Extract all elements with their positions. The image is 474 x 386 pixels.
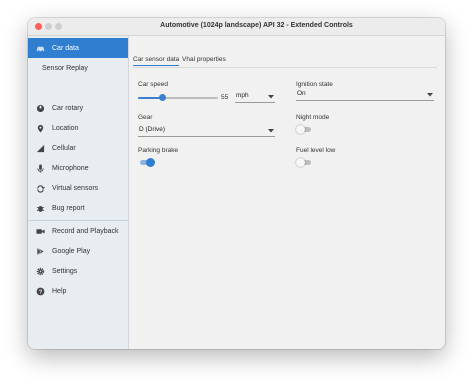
cellular-signal-icon — [28, 144, 52, 153]
car-speed-label: Car speed — [138, 81, 168, 88]
minimize-window-button[interactable] — [45, 23, 52, 30]
gear-value: D (Drive) — [139, 126, 165, 133]
sidebar-item-location[interactable]: Location — [28, 118, 128, 138]
chevron-down-icon — [268, 94, 274, 101]
sidebar-item-car-rotary[interactable]: Car rotary — [28, 98, 128, 118]
extended-controls-window: Automotive (1024p landscape) API 32 - Ex… — [28, 18, 445, 349]
speed-unit-value: mph — [236, 92, 249, 99]
tab-vhal-properties[interactable]: Vhal properties — [182, 56, 226, 63]
parking-brake-toggle[interactable] — [138, 158, 155, 167]
ignition-state-value: On — [297, 90, 306, 97]
car-speed-value: 55 — [221, 94, 229, 101]
sidebar: Car data Sensor Replay Car rotary Locati… — [28, 36, 129, 349]
night-mode-label: Night mode — [296, 114, 330, 121]
sidebar-item-help[interactable]: ? Help — [28, 281, 128, 301]
microphone-icon — [28, 163, 52, 173]
car-icon — [28, 44, 52, 53]
sidebar-item-label: Location — [52, 124, 79, 132]
sidebar-item-label: Car rotary — [52, 104, 84, 112]
night-mode-toggle[interactable] — [296, 125, 313, 134]
chevron-down-icon — [268, 128, 274, 135]
sidebar-item-settings[interactable]: Settings — [28, 261, 128, 281]
help-icon: ? — [28, 287, 52, 296]
sidebar-item-microphone[interactable]: Microphone — [28, 158, 128, 178]
sidebar-item-bug-report[interactable]: Bug report — [28, 198, 128, 218]
gear-label: Gear — [138, 114, 153, 121]
sidebar-item-label: Virtual sensors — [52, 184, 99, 192]
sidebar-item-label: Help — [52, 287, 67, 295]
sidebar-item-google-play[interactable]: Google Play — [28, 241, 128, 261]
sidebar-item-label: Sensor Replay — [42, 64, 88, 72]
sidebar-item-label: Microphone — [52, 164, 89, 172]
fuel-level-low-label: Fuel level low — [296, 147, 336, 154]
sidebar-item-sensor-replay[interactable]: Sensor Replay — [28, 58, 128, 78]
google-play-icon — [28, 247, 52, 256]
sidebar-item-label: Cellular — [52, 144, 76, 152]
sidebar-item-car-data[interactable]: Car data — [28, 38, 128, 58]
chevron-down-icon — [427, 92, 433, 99]
sidebar-item-record-and-playback[interactable]: Record and Playback — [28, 221, 128, 241]
car-data-panel: Car sensor data Vhal properties Car spee… — [129, 36, 445, 349]
close-window-button[interactable] — [35, 23, 42, 30]
toggle-knob — [146, 158, 155, 167]
zoom-window-button[interactable] — [55, 23, 62, 30]
video-camera-icon — [28, 227, 52, 236]
gear-icon — [28, 267, 52, 276]
toggle-knob — [296, 158, 305, 167]
sidebar-item-label: Google Play — [52, 247, 91, 255]
sidebar-item-virtual-sensors[interactable]: Virtual sensors — [28, 178, 128, 198]
sidebar-item-label: Car data — [52, 44, 79, 52]
toggle-knob — [296, 125, 305, 134]
tab-car-sensor-data[interactable]: Car sensor data — [133, 56, 180, 66]
sidebar-item-cellular[interactable]: Cellular — [28, 138, 128, 158]
parking-brake-label: Parking brake — [138, 147, 179, 154]
window-title: Automotive (1024p landscape) API 32 - Ex… — [160, 22, 353, 29]
sidebar-item-label: Settings — [52, 267, 78, 275]
sidebar-item-label: Record and Playback — [52, 227, 119, 235]
sidebar-item-label: Bug report — [52, 204, 85, 212]
svg-text:?: ? — [38, 289, 42, 295]
gear-select[interactable]: D (Drive) — [138, 125, 275, 137]
slider-thumb[interactable] — [158, 94, 166, 101]
ignition-state-label: Ignition state — [296, 81, 333, 88]
ignition-state-select[interactable]: On — [296, 89, 434, 101]
fuel-level-low-toggle[interactable] — [296, 158, 313, 167]
tab-divider — [133, 67, 437, 68]
title-bar: Automotive (1024p landscape) API 32 - Ex… — [28, 18, 445, 36]
virtual-sensors-icon — [28, 184, 52, 193]
bug-icon — [28, 204, 52, 213]
speed-unit-select[interactable]: mph — [235, 91, 275, 103]
rotary-dial-icon — [28, 104, 52, 113]
location-pin-icon — [28, 124, 52, 133]
